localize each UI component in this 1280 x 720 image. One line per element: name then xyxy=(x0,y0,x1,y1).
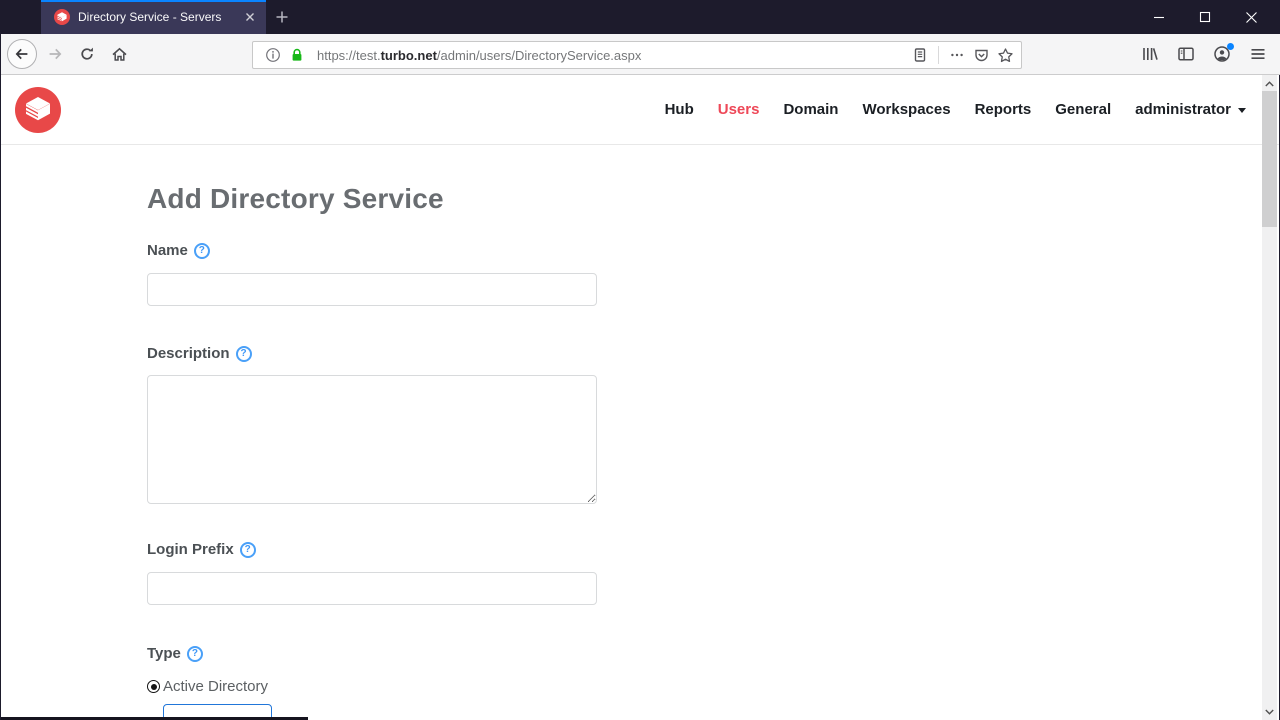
tab-title: Directory Service - Servers xyxy=(78,10,222,24)
home-button[interactable] xyxy=(105,40,133,68)
name-label-row: Name ? xyxy=(147,242,1279,259)
reload-icon xyxy=(81,47,93,60)
type-option-row: Active Directory xyxy=(147,678,1279,695)
type-help-icon[interactable]: ? xyxy=(186,645,203,662)
favicon-turbo-icon xyxy=(54,9,70,25)
url-prefix: https://test. xyxy=(317,47,381,63)
nav-item-workspaces[interactable]: Workspaces xyxy=(862,101,950,118)
login-prefix-label: Login Prefix xyxy=(147,541,234,558)
description-help-icon[interactable]: ? xyxy=(235,345,252,362)
main-content: Add Directory Service Name ? Description… xyxy=(1,145,1279,720)
minimize-button[interactable] xyxy=(1136,0,1182,34)
nav-item-domain[interactable]: Domain xyxy=(783,101,838,118)
home-icon xyxy=(111,47,127,61)
account-notification-dot xyxy=(1227,43,1234,50)
tab-close-button[interactable] xyxy=(242,9,258,25)
ellipsis-icon xyxy=(951,53,963,57)
active-directory-radio[interactable] xyxy=(147,680,160,693)
sidebar-toggle-button[interactable] xyxy=(1173,41,1199,67)
maximize-button[interactable] xyxy=(1182,0,1228,34)
library-button[interactable] xyxy=(1137,41,1163,67)
active-tab-stripe xyxy=(41,0,266,2)
info-icon xyxy=(266,48,280,62)
new-tab-button[interactable] xyxy=(274,9,290,25)
name-help-icon[interactable]: ? xyxy=(193,242,210,259)
chevron-down-icon xyxy=(1265,709,1274,715)
plus-icon xyxy=(276,11,288,23)
page-viewport: Hub Users Domain Workspaces Reports Gene… xyxy=(1,75,1279,720)
type-label-row: Type ? xyxy=(147,645,1279,662)
page-title: Add Directory Service xyxy=(147,183,444,214)
login-prefix-label-row: Login Prefix ? xyxy=(147,541,1279,558)
sidebar-icon xyxy=(1178,47,1194,61)
radio-selected-dot xyxy=(150,683,157,690)
type-label: Type xyxy=(147,645,181,662)
chevron-up-icon xyxy=(1265,80,1274,86)
name-input[interactable] xyxy=(147,273,597,306)
url-text: https://test.turbo.net/admin/users/Direc… xyxy=(317,48,908,63)
close-window-button[interactable] xyxy=(1228,0,1274,34)
user-menu-label: administrator xyxy=(1135,101,1231,118)
close-icon xyxy=(246,13,254,21)
reload-button[interactable] xyxy=(73,40,101,68)
nav-item-reports[interactable]: Reports xyxy=(975,101,1032,118)
window-controls xyxy=(1136,0,1274,34)
url-path: /admin/users/DirectoryService.aspx xyxy=(436,47,642,63)
description-label-row: Description ? xyxy=(147,345,1279,362)
nav-item-general[interactable]: General xyxy=(1055,101,1111,118)
site-header: Hub Users Domain Workspaces Reports Gene… xyxy=(1,75,1279,145)
lock-icon[interactable] xyxy=(285,43,309,67)
navigation-toolbar: https://test.turbo.net/admin/users/Direc… xyxy=(1,34,1280,75)
login-prefix-help-icon[interactable]: ? xyxy=(239,541,256,558)
menu-button[interactable] xyxy=(1245,41,1271,67)
pocket-button[interactable] xyxy=(969,43,993,67)
browser-window: Directory Service - Servers https://test… xyxy=(0,0,1280,720)
page-actions-button[interactable] xyxy=(945,43,969,67)
padlock-icon xyxy=(292,48,302,61)
forward-arrow-icon xyxy=(49,48,62,60)
toolbar-right-buttons xyxy=(1137,41,1271,67)
name-label: Name xyxy=(147,242,188,259)
forward-button[interactable] xyxy=(41,40,69,68)
scroll-up-button[interactable] xyxy=(1262,76,1277,91)
site-info-button[interactable] xyxy=(261,43,285,67)
hamburger-icon xyxy=(1251,48,1265,60)
turbo-logo[interactable] xyxy=(15,86,61,133)
browser-tab[interactable]: Directory Service - Servers xyxy=(41,0,266,34)
maximize-icon xyxy=(1199,11,1211,23)
nav-item-users[interactable]: Users xyxy=(718,101,760,118)
url-domain: turbo.net xyxy=(380,47,437,63)
description-label: Description xyxy=(147,345,230,362)
nav-item-hub[interactable]: Hub xyxy=(665,101,694,118)
user-menu[interactable]: administrator xyxy=(1135,101,1246,118)
vertical-scrollbar[interactable] xyxy=(1262,75,1277,720)
url-bar[interactable]: https://test.turbo.net/admin/users/Direc… xyxy=(252,41,1022,69)
close-icon xyxy=(1245,11,1257,23)
scrollbar-thumb[interactable] xyxy=(1262,91,1277,227)
description-textarea[interactable] xyxy=(147,375,597,504)
library-icon xyxy=(1143,48,1158,60)
back-arrow-icon xyxy=(15,48,28,60)
site-nav: Hub Users Domain Workspaces Reports Gene… xyxy=(665,101,1246,118)
account-button[interactable] xyxy=(1209,41,1235,67)
back-button[interactable] xyxy=(7,39,37,69)
bookmark-star-button[interactable] xyxy=(993,43,1017,67)
scroll-down-button[interactable] xyxy=(1262,704,1277,719)
titlebar: Directory Service - Servers xyxy=(0,0,1280,34)
star-icon xyxy=(997,47,1013,62)
active-directory-label: Active Directory xyxy=(163,678,269,695)
urlbar-divider xyxy=(938,46,939,64)
login-prefix-input[interactable] xyxy=(147,572,597,605)
reader-mode-icon xyxy=(914,48,926,62)
reader-mode-button[interactable] xyxy=(908,43,932,67)
minimize-icon xyxy=(1154,16,1164,19)
pocket-icon xyxy=(974,49,988,61)
chevron-down-icon xyxy=(1238,108,1246,113)
